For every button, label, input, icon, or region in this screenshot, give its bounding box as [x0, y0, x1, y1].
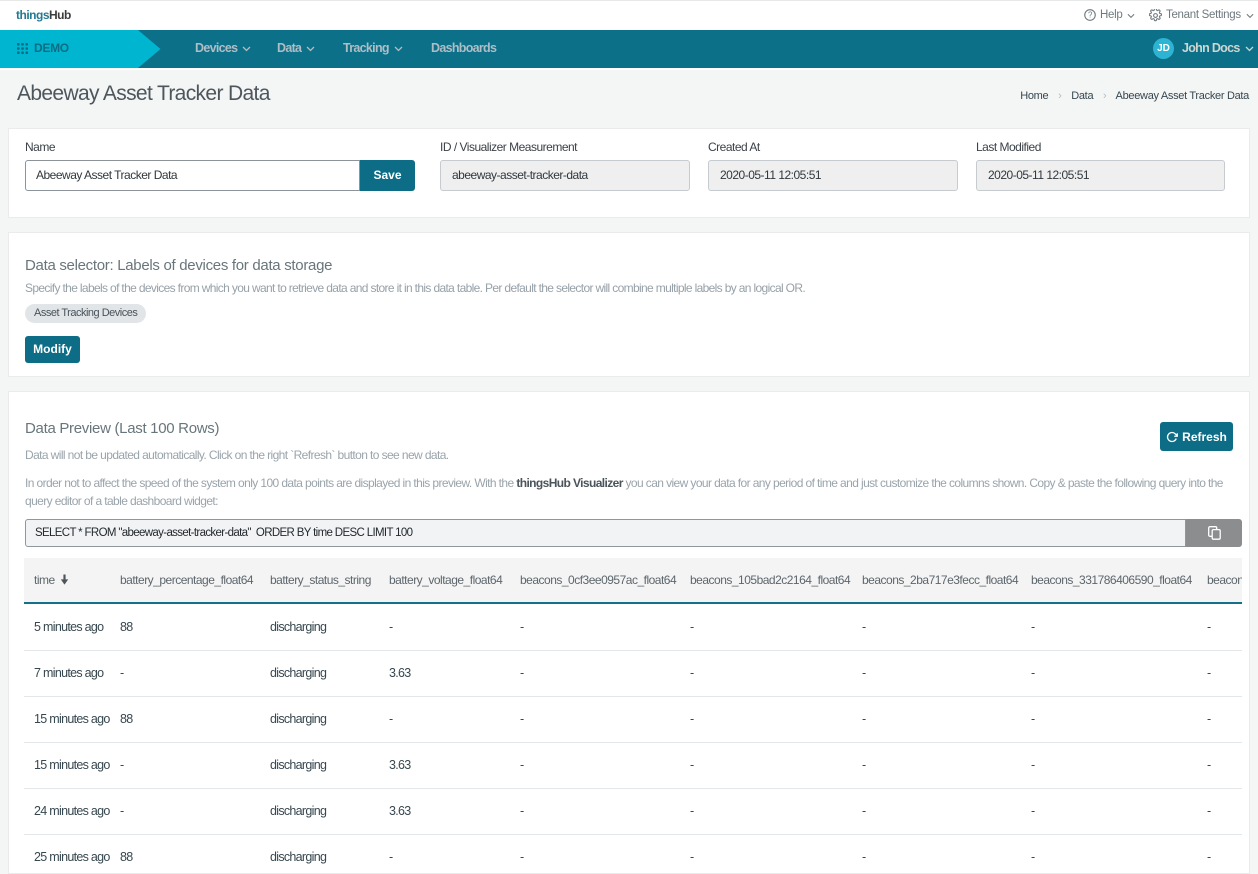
svg-text:?: ? — [1088, 11, 1093, 20]
